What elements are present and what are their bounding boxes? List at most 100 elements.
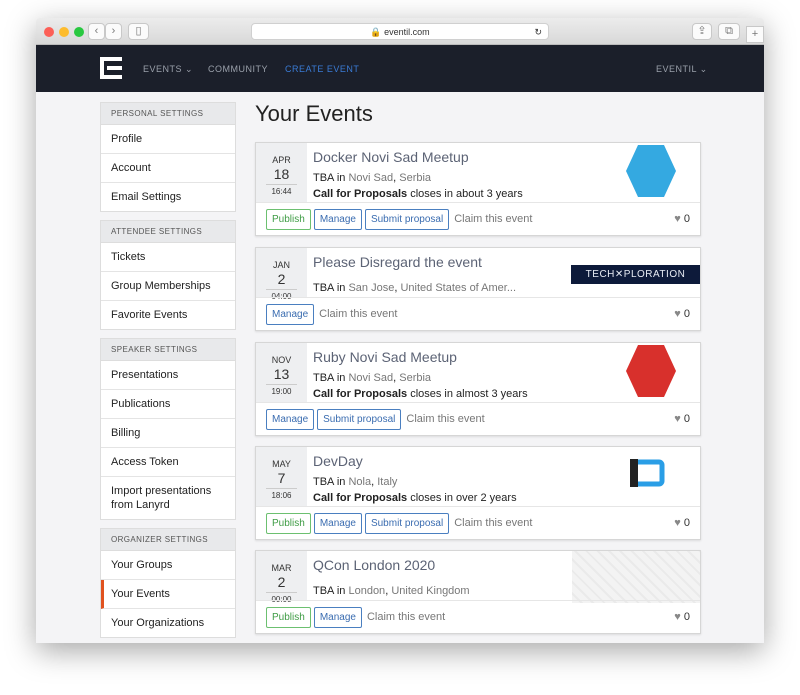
cfp-label: Call for Proposals <box>313 492 408 504</box>
sidebar-item-your-organizations[interactable]: Your Organizations <box>101 609 235 637</box>
city-link[interactable]: Novi Sad <box>348 172 393 184</box>
event-title[interactable]: QCon London 2020 <box>313 557 580 573</box>
close-window-button[interactable] <box>44 27 54 37</box>
manage-button[interactable]: Manage <box>313 606 362 628</box>
event-image-red-hexagon <box>626 345 676 397</box>
like-button[interactable]: ♥ 0 <box>674 213 690 225</box>
event-month: MAY <box>272 459 291 469</box>
event-actions: Publish Manage Claim this event ♥ 0 <box>256 600 700 633</box>
event-day: 7 <box>277 470 286 486</box>
tabs-icon[interactable]: ⧉ <box>718 23 740 40</box>
sidebar-item-profile[interactable]: Profile <box>101 125 235 154</box>
eventil-logo[interactable] <box>100 57 122 79</box>
cfp-status: Call for Proposals closes in over 2 year… <box>313 492 580 504</box>
like-count: 0 <box>683 413 690 425</box>
country-link[interactable]: Serbia <box>399 372 431 384</box>
sidebar-item-billing[interactable]: Billing <box>101 419 235 448</box>
like-button[interactable]: ♥ 0 <box>674 308 690 320</box>
sidebar-item-publications[interactable]: Publications <box>101 390 235 419</box>
manage-button[interactable]: Manage <box>266 408 315 430</box>
event-date: APR 18 16:44 <box>256 143 307 202</box>
sidebar-item-tickets[interactable]: Tickets <box>101 243 235 272</box>
event-image-techxploration: TECH✕PLORATION <box>571 265 700 284</box>
event-card: MAY 7 18:06 DevDay TBA in Nola, Italy Call… <box>255 446 701 540</box>
devday-logo-icon <box>630 459 665 487</box>
event-day: 18 <box>273 166 290 182</box>
cfp-text: closes in about 3 years <box>407 188 523 200</box>
tba-label: TBA in <box>313 585 349 597</box>
manage-button[interactable]: Manage <box>313 208 362 230</box>
sidebar-item-group-memberships[interactable]: Group Memberships <box>101 272 235 301</box>
top-navbar: EVENTS ⌄ COMMUNITY CREATE EVENT EVENTIL … <box>36 45 764 92</box>
event-day: 2 <box>277 574 286 590</box>
tba-label: TBA in <box>313 372 349 384</box>
event-actions: Publish Manage Submit proposal Claim thi… <box>256 202 700 235</box>
city-link[interactable]: London <box>348 585 385 597</box>
sidebar-item-account[interactable]: Account <box>101 154 235 183</box>
claim-event-link[interactable]: Claim this event <box>319 308 397 320</box>
event-month: JAN <box>272 260 290 270</box>
country-link[interactable]: Serbia <box>399 172 431 184</box>
event-title[interactable]: Ruby Novi Sad Meetup <box>313 349 580 365</box>
submit-proposal-button[interactable]: Submit proposal <box>364 208 450 230</box>
claim-event-link[interactable]: Claim this event <box>406 413 484 425</box>
country-link[interactable]: United Kingdom <box>391 585 469 597</box>
heart-icon: ♥ <box>674 517 681 529</box>
nav-community[interactable]: COMMUNITY <box>208 64 268 74</box>
event-time: 16:44 <box>266 184 297 196</box>
publish-button[interactable]: Publish <box>266 208 311 230</box>
event-date: JAN 2 04:00 <box>256 248 307 301</box>
sidebar-toggle-icon[interactable]: ▯ <box>128 23 149 40</box>
sidebar-group-personal-settings: PERSONAL SETTINGS Profile Account Email Set… <box>100 102 236 212</box>
claim-event-link[interactable]: Claim this event <box>367 611 445 623</box>
claim-event-link[interactable]: Claim this event <box>454 213 532 225</box>
sidebar-item-presentations[interactable]: Presentations <box>101 361 235 390</box>
cfp-status: Call for Proposals closes in almost 3 ye… <box>313 388 580 400</box>
new-tab-icon[interactable]: + <box>746 26 764 43</box>
like-button[interactable]: ♥ 0 <box>674 611 690 623</box>
maximize-window-button[interactable] <box>74 27 84 37</box>
sidebar-item-import-presentations-from-lanyrd[interactable]: Import presentations from Lanyrd <box>101 477 235 519</box>
sidebar-item-favorite-events[interactable]: Favorite Events <box>101 301 235 329</box>
submit-proposal-button[interactable]: Submit proposal <box>317 408 402 430</box>
sidebar-item-your-groups[interactable]: Your Groups <box>101 551 235 580</box>
sidebar-item-your-events[interactable]: Your Events <box>101 580 235 609</box>
city-link[interactable]: Novi Sad <box>348 372 393 384</box>
event-actions: Manage Claim this event ♥ 0 <box>256 297 700 330</box>
cfp-label: Call for Proposals <box>313 388 408 400</box>
manage-button[interactable]: Manage <box>266 303 315 325</box>
sidebar-item-email-settings[interactable]: Email Settings <box>101 183 235 211</box>
tba-label: TBA in <box>313 476 349 488</box>
cfp-status: Call for Proposals closes in about 3 yea… <box>313 188 580 200</box>
nav-events[interactable]: EVENTS ⌄ <box>143 64 193 75</box>
submit-proposal-button[interactable]: Submit proposal <box>364 512 450 534</box>
event-location: TBA in Novi Sad, Serbia <box>313 172 432 184</box>
country-link[interactable]: United States of Amer... <box>400 282 516 294</box>
nav-account[interactable]: EVENTIL ⌄ <box>656 64 708 75</box>
event-title[interactable]: Docker Novi Sad Meetup <box>313 149 580 165</box>
like-button[interactable]: ♥ 0 <box>674 517 690 529</box>
city-link[interactable]: Nola <box>348 476 371 488</box>
publish-button[interactable]: Publish <box>266 512 311 534</box>
reload-icon[interactable]: ↻ <box>534 24 542 40</box>
share-icon[interactable]: ⇪ <box>692 23 712 40</box>
sidebar-group-header: ATTENDEE SETTINGS <box>101 221 235 243</box>
forward-icon[interactable]: › <box>105 23 122 40</box>
back-icon[interactable]: ‹ <box>88 23 105 40</box>
like-button[interactable]: ♥ 0 <box>674 413 690 425</box>
url-text: eventil.com <box>384 27 430 37</box>
address-bar[interactable]: 🔒 eventil.com ↻ <box>251 23 549 40</box>
claim-event-link[interactable]: Claim this event <box>454 517 532 529</box>
country-link[interactable]: Italy <box>377 476 397 488</box>
publish-button[interactable]: Publish <box>266 606 311 628</box>
nav-create-event[interactable]: CREATE EVENT <box>285 64 359 74</box>
event-title[interactable]: Please Disregard the event <box>313 254 580 270</box>
sidebar-item-access-token[interactable]: Access Token <box>101 448 235 477</box>
manage-button[interactable]: Manage <box>313 512 362 534</box>
event-card: APR 18 16:44 Docker Novi Sad Meetup TBA in… <box>255 142 701 236</box>
event-time: 19:00 <box>266 384 297 396</box>
heart-icon: ♥ <box>674 213 681 225</box>
minimize-window-button[interactable] <box>59 27 69 37</box>
event-title[interactable]: DevDay <box>313 453 580 469</box>
city-link[interactable]: San Jose <box>348 282 394 294</box>
